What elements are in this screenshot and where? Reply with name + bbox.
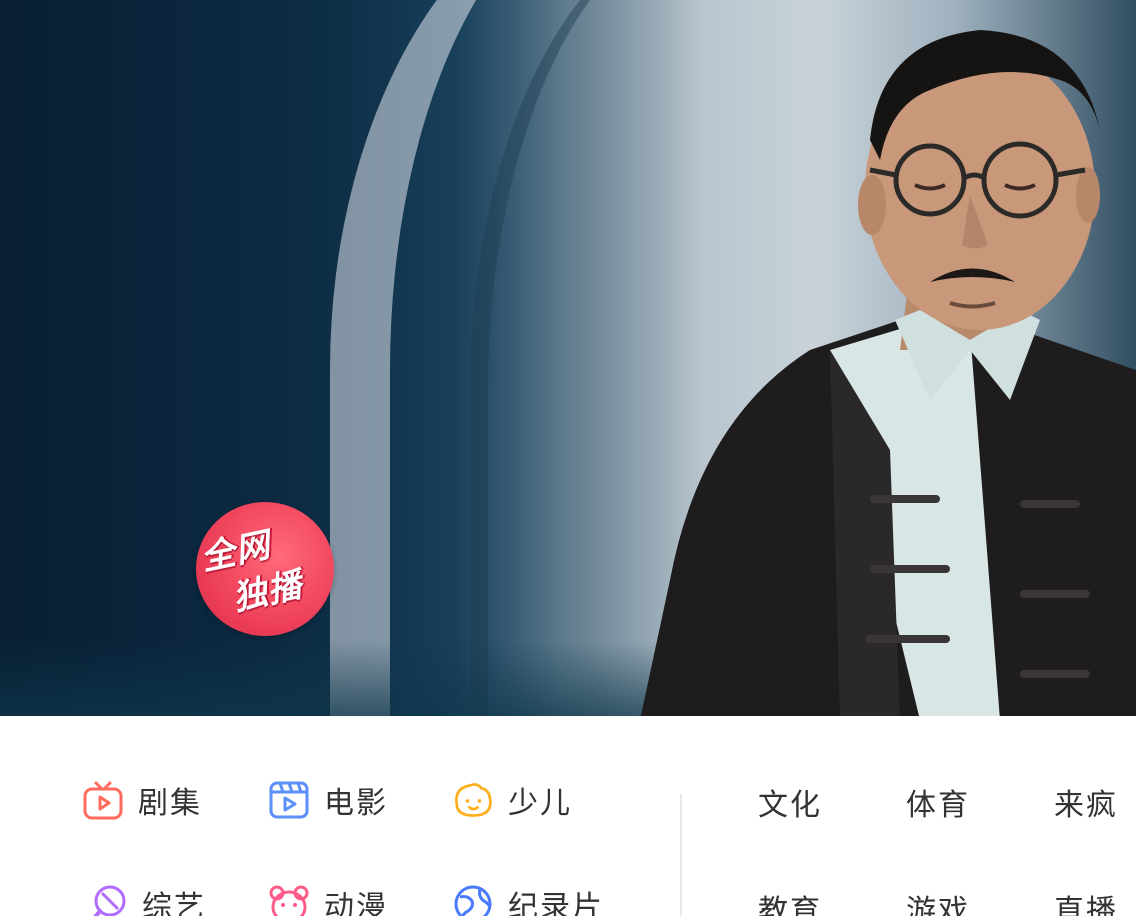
nav-item-label: 剧集 bbox=[138, 786, 202, 821]
nav-item-documentary[interactable]: 纪录片 bbox=[452, 882, 604, 916]
nav-item-variety[interactable]: 综艺 bbox=[86, 882, 206, 916]
nav-item-label: 电影 bbox=[324, 786, 388, 821]
globe-icon bbox=[454, 885, 492, 916]
app-page: 全网 独播 剧集 电影 少儿 综艺 动漫 纪录片 文化 体育 来疯 教育 游戏 … bbox=[0, 0, 1136, 916]
nav-item-anime[interactable]: 动漫 bbox=[268, 882, 388, 916]
nav-link-games[interactable]: 游戏 bbox=[906, 886, 970, 916]
banner-ground bbox=[0, 640, 700, 716]
exclusive-badge: 全网 独播 bbox=[196, 502, 334, 636]
hero-banner[interactable]: 全网 独播 bbox=[0, 0, 1136, 716]
microphone-icon bbox=[93, 885, 126, 916]
banner-figure-image bbox=[640, 30, 1136, 716]
nav-item-drama[interactable]: 剧集 bbox=[82, 778, 202, 822]
tv-play-icon bbox=[83, 781, 123, 820]
nav-link-culture[interactable]: 文化 bbox=[758, 780, 822, 824]
bear-icon bbox=[269, 885, 309, 916]
nav-link-live[interactable]: 直播 bbox=[1054, 886, 1118, 916]
nav-item-label: 动漫 bbox=[324, 890, 388, 916]
nav-item-kids[interactable]: 少儿 bbox=[452, 778, 572, 822]
nav-link-sports[interactable]: 体育 bbox=[906, 780, 970, 824]
nav-item-movie[interactable]: 电影 bbox=[268, 778, 388, 822]
nav-divider bbox=[680, 794, 682, 916]
film-clapper-icon bbox=[269, 781, 309, 819]
nav-item-label: 综艺 bbox=[142, 890, 206, 916]
nav-link-education[interactable]: 教育 bbox=[758, 886, 822, 916]
nav-link-laifeng[interactable]: 来疯 bbox=[1054, 780, 1118, 824]
nav-item-label: 少儿 bbox=[508, 786, 572, 821]
kid-face-icon bbox=[455, 783, 492, 817]
nav-item-label: 纪录片 bbox=[508, 890, 604, 916]
